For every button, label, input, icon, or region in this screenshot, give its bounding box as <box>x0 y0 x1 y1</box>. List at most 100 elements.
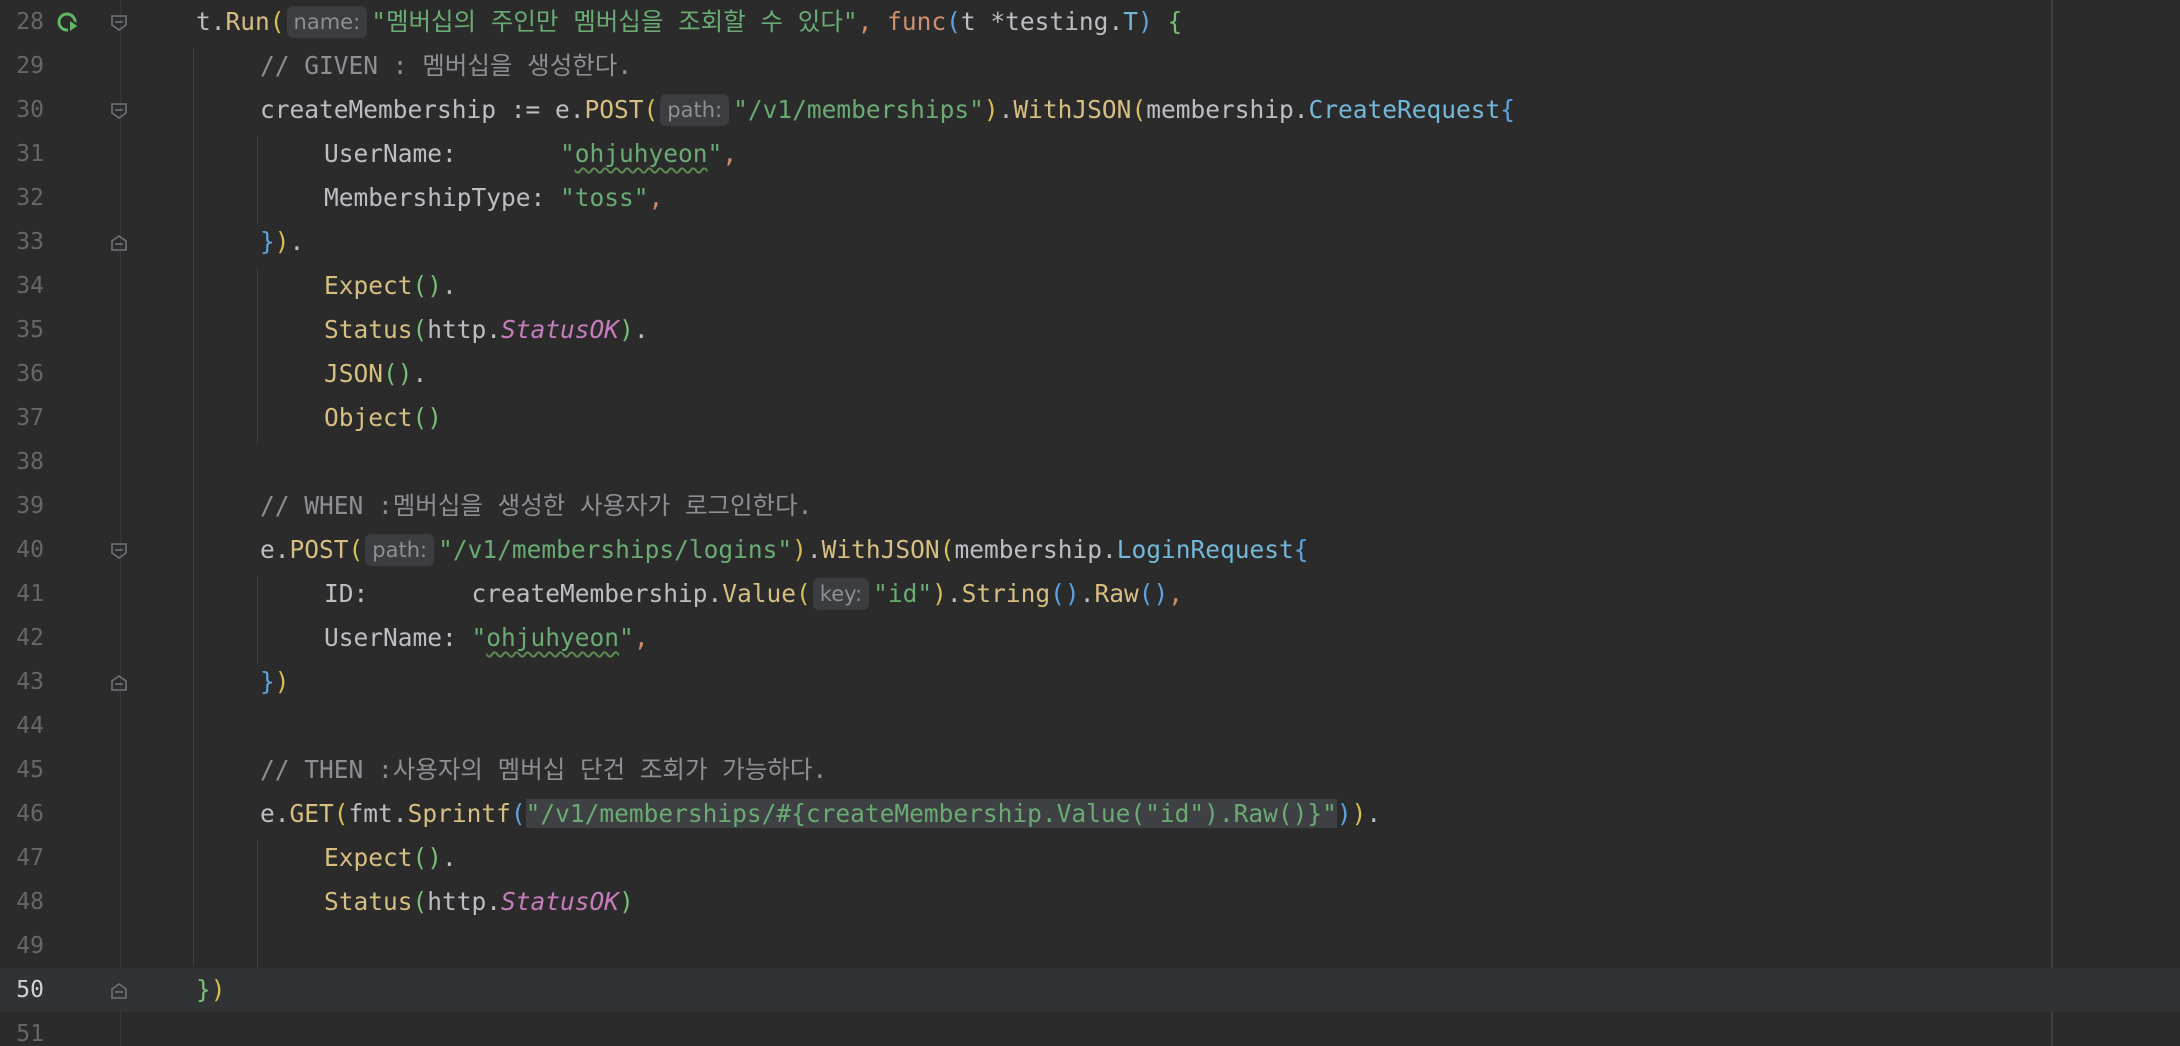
line-number[interactable]: 37 <box>0 396 44 440</box>
code-token: ( <box>412 315 428 344</box>
code-token: ( <box>1131 95 1147 124</box>
code-token: ID: createMembership. <box>324 579 723 608</box>
code-line[interactable]: 33}). <box>0 220 2180 264</box>
line-number[interactable]: 32 <box>0 176 44 220</box>
line-number[interactable]: 45 <box>0 748 44 792</box>
code-text[interactable]: Expect(). <box>324 836 457 880</box>
code-text[interactable]: e.POST(path: "/v1/memberships/logins").Wi… <box>260 528 1309 572</box>
line-number[interactable]: 44 <box>0 704 44 748</box>
fold-marker-icon[interactable] <box>110 674 128 692</box>
code-text[interactable]: }) <box>260 660 290 704</box>
code-line[interactable]: 47 Expect(). <box>0 836 2180 880</box>
code-line[interactable]: 42 UserName: "ohjuhyeon", <box>0 616 2180 660</box>
code-line[interactable]: 31 UserName: "ohjuhyeon", <box>0 132 2180 176</box>
code-line[interactable]: 37 Object() <box>0 396 2180 440</box>
code-token: . <box>998 95 1014 124</box>
code-text[interactable]: MembershipType: "toss", <box>324 176 663 220</box>
code-token: http. <box>427 887 502 916</box>
code-line[interactable]: 29 // GIVEN : 멤버십을 생성한다. <box>0 44 2180 88</box>
line-number[interactable]: 29 <box>0 44 44 88</box>
code-token: Raw <box>1094 579 1139 608</box>
line-number[interactable]: 51 <box>0 1012 44 1046</box>
line-number[interactable]: 43 <box>0 660 44 704</box>
code-token: Sprintf <box>407 799 511 828</box>
parameter-hint: path: <box>660 94 730 126</box>
code-token: , <box>1168 579 1183 608</box>
code-line[interactable]: 38 <box>0 440 2180 484</box>
code-token: fmt. <box>348 799 408 828</box>
code-token: " <box>619 623 634 652</box>
code-text[interactable]: UserName: "ohjuhyeon", <box>324 616 649 660</box>
code-token: ) <box>1351 799 1367 828</box>
code-text[interactable]: Expect(). <box>324 264 457 308</box>
line-number[interactable]: 39 <box>0 484 44 528</box>
code-token: . <box>1079 579 1095 608</box>
line-number[interactable]: 33 <box>0 220 44 264</box>
code-text[interactable]: createMembership := e.POST(path: "/v1/mem… <box>260 88 1515 132</box>
code-line[interactable]: 44 <box>0 704 2180 748</box>
line-number[interactable]: 50 <box>0 968 44 1012</box>
code-text[interactable]: // THEN :사용자의 멤버십 단건 조회가 가능하다. <box>260 748 827 792</box>
code-token: Value <box>722 579 797 608</box>
code-token: Expect <box>324 843 413 872</box>
fold-marker-icon[interactable] <box>110 542 128 560</box>
code-text[interactable]: ID: createMembership.Value(key: "id").Str… <box>324 572 1183 616</box>
line-number[interactable]: 48 <box>0 880 44 924</box>
code-text[interactable]: e.GET(fmt.Sprintf("/v1/memberships/#{cre… <box>260 792 1381 836</box>
line-number[interactable]: 49 <box>0 924 44 968</box>
code-line[interactable]: 49 <box>0 924 2180 968</box>
code-token: { <box>1293 535 1309 564</box>
code-token: () <box>1050 579 1080 608</box>
code-text[interactable]: JSON(). <box>324 352 427 396</box>
run-test-icon[interactable] <box>56 11 82 37</box>
line-number[interactable]: 28 <box>0 0 44 44</box>
code-line[interactable]: 46 e.GET(fmt.Sprintf("/v1/memberships/#{c… <box>0 792 2180 836</box>
code-line[interactable]: 36 JSON(). <box>0 352 2180 396</box>
fold-marker-icon[interactable] <box>110 234 128 252</box>
code-text[interactable]: Object() <box>324 396 442 440</box>
code-line[interactable]: 48 Status(http.StatusOK) <box>0 880 2180 924</box>
code-token: " <box>560 139 575 168</box>
code-token: membership. <box>954 535 1117 564</box>
code-text[interactable]: // GIVEN : 멤버십을 생성한다. <box>260 44 632 88</box>
code-token: ) <box>1137 7 1153 36</box>
code-text[interactable]: // WHEN :멤버십을 생성한 사용자가 로그인한다. <box>260 484 812 528</box>
fold-marker-icon[interactable] <box>110 982 128 1000</box>
code-token: WithJSON <box>1013 95 1132 124</box>
code-token: WithJSON <box>821 535 940 564</box>
line-number[interactable]: 34 <box>0 264 44 308</box>
line-number[interactable]: 38 <box>0 440 44 484</box>
code-line[interactable]: 43}) <box>0 660 2180 704</box>
code-text[interactable]: Status(http.StatusOK). <box>324 308 649 352</box>
line-number[interactable]: 42 <box>0 616 44 660</box>
code-line[interactable]: 41 ID: createMembership.Value(key: "id").S… <box>0 572 2180 616</box>
code-line[interactable]: 30 createMembership := e.POST(path: "/v1/m… <box>0 88 2180 132</box>
code-text[interactable]: }) <box>196 968 226 1012</box>
fold-marker-icon[interactable] <box>110 14 128 32</box>
line-number[interactable]: 46 <box>0 792 44 836</box>
line-number[interactable]: 36 <box>0 352 44 396</box>
line-number[interactable]: 47 <box>0 836 44 880</box>
line-number[interactable]: 31 <box>0 132 44 176</box>
code-token: ) <box>274 227 290 256</box>
code-token: } <box>196 975 211 1004</box>
code-text[interactable]: Status(http.StatusOK) <box>324 880 634 924</box>
line-number[interactable]: 40 <box>0 528 44 572</box>
line-number[interactable]: 30 <box>0 88 44 132</box>
code-line[interactable]: 34 Expect(). <box>0 264 2180 308</box>
code-line[interactable]: 50}) <box>0 968 2180 1012</box>
code-line[interactable]: 32 MembershipType: "toss", <box>0 176 2180 220</box>
code-line[interactable]: 35 Status(http.StatusOK). <box>0 308 2180 352</box>
line-number[interactable]: 35 <box>0 308 44 352</box>
code-line[interactable]: 28 t.Run(name: "멤버십의 주인만 멤버십을 조회할 수 있다", f… <box>0 0 2180 44</box>
code-line[interactable]: 51 <box>0 1012 2180 1046</box>
code-editor[interactable]: 28 t.Run(name: "멤버십의 주인만 멤버십을 조회할 수 있다", f… <box>0 0 2180 1046</box>
line-number[interactable]: 41 <box>0 572 44 616</box>
code-text[interactable]: UserName: "ohjuhyeon", <box>324 132 737 176</box>
code-text[interactable]: t.Run(name: "멤버십의 주인만 멤버십을 조회할 수 있다", fun… <box>196 0 1182 44</box>
code-line[interactable]: 39 // WHEN :멤버십을 생성한 사용자가 로그인한다. <box>0 484 2180 528</box>
code-text[interactable]: }). <box>260 220 304 264</box>
code-line[interactable]: 40 e.POST(path: "/v1/memberships/logins").… <box>0 528 2180 572</box>
fold-marker-icon[interactable] <box>110 102 128 120</box>
code-line[interactable]: 45 // THEN :사용자의 멤버십 단건 조회가 가능하다. <box>0 748 2180 792</box>
